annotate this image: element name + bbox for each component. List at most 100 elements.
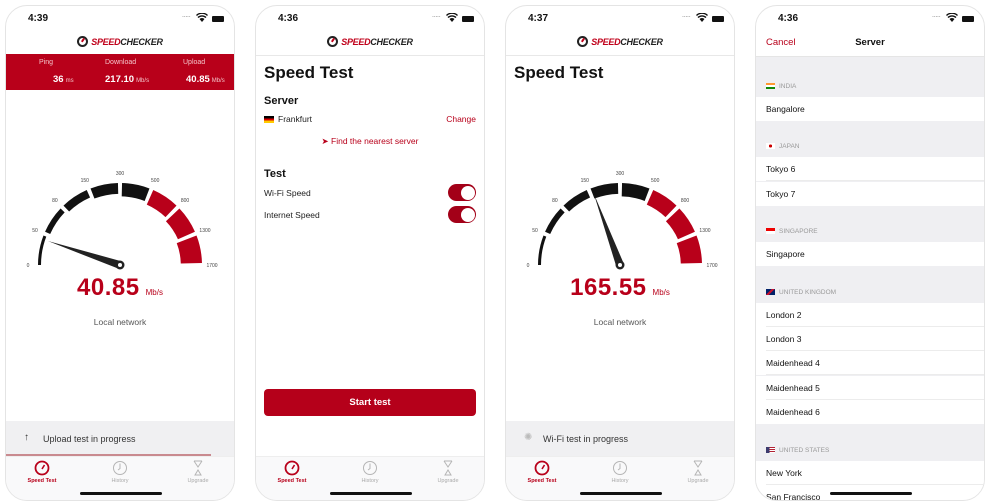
gauge-segment [621,183,650,201]
gauge-segment [121,183,150,201]
tab-upgrade[interactable]: Upgrade [668,460,728,484]
home-indicator [80,492,162,495]
test-progress-banner: ↑ Upload test in progress [6,421,234,456]
speedometer-icon [284,460,300,476]
speedometer-logo-icon [77,36,89,47]
tab-history[interactable]: History [590,460,650,484]
hourglass-star-icon [693,460,703,476]
wifi-icon [696,13,708,22]
tab-label: Upgrade [687,478,709,484]
change-server-button[interactable]: Change [446,114,476,124]
tab-speed-test[interactable]: Speed Test [262,460,322,484]
server-list-item[interactable]: Singapore [756,242,984,267]
internet-speed-row: Internet Speed [264,210,320,220]
gauge-segment [45,208,65,235]
gauge-segment [38,235,47,265]
server-list-item[interactable]: Maidenhead 6 [756,400,984,425]
divider [256,55,484,56]
status-bar: 4:36 ····· [256,12,484,28]
speed-gauge: 0 50 80 150 300 500 800 1300 1700 [527,171,718,270]
tab-history[interactable]: History [340,460,400,484]
internet-speed-toggle[interactable] [448,206,476,223]
tab-history[interactable]: History [90,460,150,484]
flag-icon [766,228,775,235]
gauge-segment [563,190,591,212]
tab-label: Upgrade [437,478,459,484]
speedometer-logo-icon [577,36,589,47]
gauge-segment [538,235,547,265]
country-group-header: UNITED STATES [756,446,984,454]
wifi-speed-row: Wi-Fi Speed [264,188,311,198]
status-time: 4:39 [28,13,49,24]
status-bar: 4:36 ····· [756,12,984,28]
server-list-item[interactable]: London 3 [756,327,984,351]
tab-label: Upgrade [187,478,209,484]
gauge-tick-label: 800 [181,198,190,204]
germany-flag-icon [264,116,274,123]
phone-screen-upload-test: 4:39 ····· SPEEDCHECKER Ping 36 ms Downlo… [5,5,235,501]
wifi-icon [446,13,458,22]
speedometer-logo-icon [327,36,339,47]
signal-icon: ····· [681,12,691,21]
speedometer-icon [534,460,550,476]
nav-header: Cancel Server [756,34,984,56]
phone-screen-setup: 4:36 ····· SPEEDCHECKER Speed Test Serve… [255,5,485,501]
network-label: Local network [593,317,647,327]
tab-label: History [611,478,629,484]
gauge-segment [665,208,695,240]
server-list-item[interactable]: New York [756,460,984,485]
phone-screen-server-list: 4:36 ····· Cancel Server INDIA Bangalore J… [755,5,985,501]
gauge-segment [646,190,677,218]
wifi-icon [946,13,958,22]
home-indicator [330,492,412,495]
status-time: 4:36 [778,13,799,24]
test-heading: Test [264,168,286,180]
results-bar: Ping 36 ms Download 217.10 Mb/s Upload 40.… [6,54,234,90]
gauge-tick-label: 800 [681,198,690,204]
ping-stat: Ping 36 ms [39,59,74,85]
country-group-header: JAPAN [756,143,984,150]
status-bar: 4:39 ····· [6,12,234,28]
network-label: Local network [93,317,147,327]
server-list-item[interactable]: Maidenhead 5 [756,375,984,400]
tab-speed-test[interactable]: Speed Test [12,460,72,484]
clock-icon [363,461,377,475]
gauge-segment [176,235,202,264]
gauge-tick-label: 1300 [699,228,710,234]
clock-icon [113,461,127,475]
tab-speed-test[interactable]: Speed Test [512,460,572,484]
server-list-item[interactable]: Tokyo 7 [756,181,984,206]
start-test-button[interactable]: Start test [264,389,476,416]
hourglass-star-icon [193,460,203,476]
gauge-segment [165,208,195,240]
gauge-tick-label: 1700 [706,263,717,269]
flag-icon [766,83,775,89]
gauge-tick-label: 500 [651,178,660,184]
gauge-tick-label: 1300 [199,228,210,234]
gauge-needle [593,193,625,270]
home-indicator [580,492,662,495]
signal-icon: ····· [931,12,941,21]
server-list[interactable]: INDIA Bangalore JAPAN Tokyo 6 Tokyo 7 SINGAPO… [756,56,984,500]
speedchecker-logo: SPEEDCHECKER [506,36,734,50]
speed-readout: 40.85 Mb/s [77,274,163,301]
gauge-segment [545,208,565,235]
gauge-tick-label: 80 [552,198,558,204]
server-list-item[interactable]: Maidenhead 4 [756,351,984,376]
tab-label: Speed Test [277,478,307,484]
wifi-speed-toggle[interactable] [448,184,476,201]
speed-readout: 165.55 Mb/s [570,274,670,301]
tab-upgrade[interactable]: Upgrade [168,460,228,484]
server-heading: Server [264,95,299,107]
speedometer-icon [34,460,50,476]
server-list-item[interactable]: Tokyo 6 [756,157,984,182]
gauge-tick-label: 500 [151,178,160,184]
gauge-tick-label: 50 [32,228,38,234]
find-nearest-server-button[interactable]: ➤ Find the nearest server [256,136,484,147]
status-bar: 4:37 ····· [506,12,734,28]
tab-upgrade[interactable]: Upgrade [418,460,478,484]
test-progress-banner: ✺ Wi-Fi test in progress [506,421,734,456]
server-list-item[interactable]: London 2 [756,302,984,327]
battery-icon [212,16,224,22]
server-list-item[interactable]: Bangalore [756,97,984,121]
